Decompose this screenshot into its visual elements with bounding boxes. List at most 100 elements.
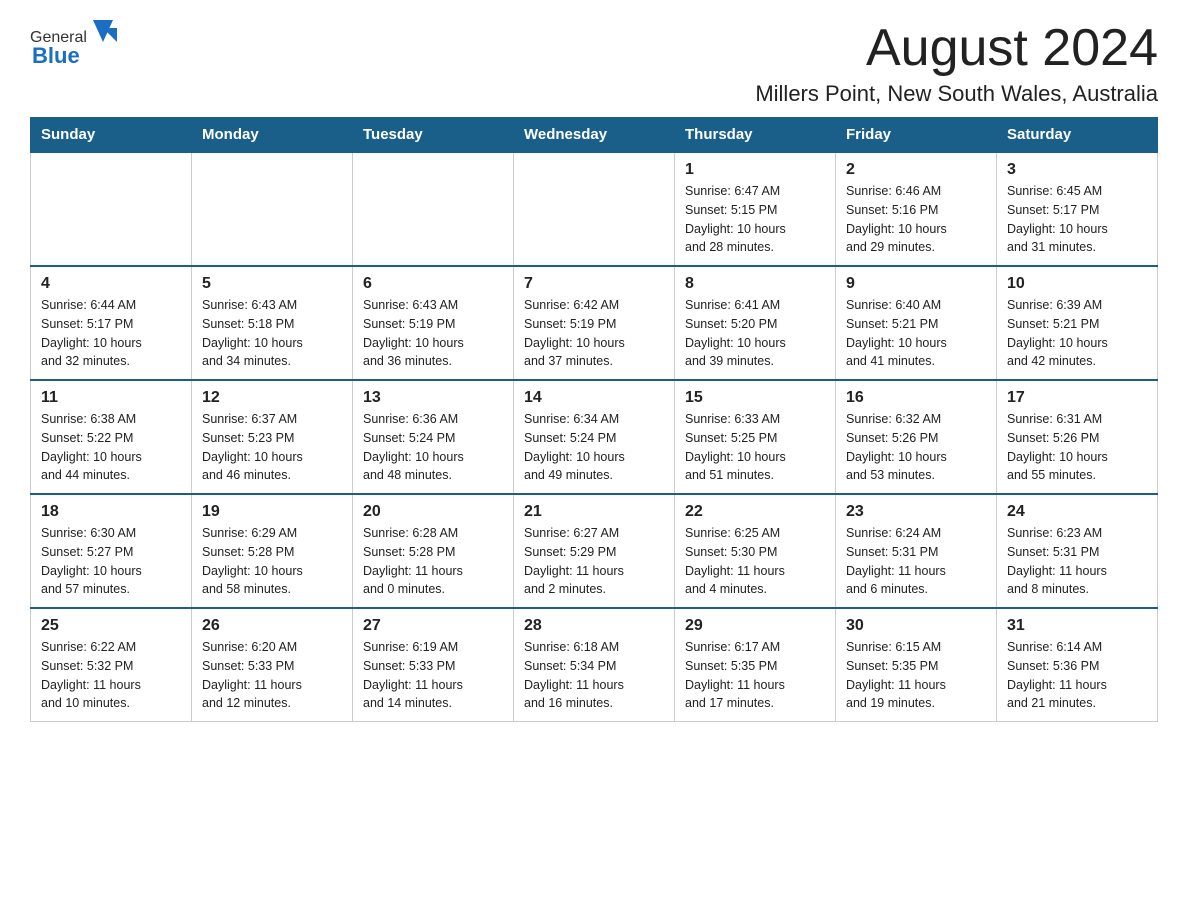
calendar-day-header: Thursday xyxy=(675,118,836,153)
title-area: August 2024 Millers Point, New South Wal… xyxy=(755,20,1158,107)
day-number: 14 xyxy=(524,389,664,407)
calendar-cell: 1 Sunrise: 6:47 AMSunset: 5:15 PMDaylight… xyxy=(675,152,836,266)
page-header: General Blue August 2024 Millers Point, … xyxy=(30,20,1158,107)
day-number: 7 xyxy=(524,275,664,293)
day-info: Sunrise: 6:38 AMSunset: 5:22 PMDaylight:… xyxy=(41,410,181,485)
calendar-cell: 8 Sunrise: 6:41 AMSunset: 5:20 PMDaylight… xyxy=(675,266,836,380)
day-info: Sunrise: 6:27 AMSunset: 5:29 PMDaylight:… xyxy=(524,524,664,599)
day-info: Sunrise: 6:47 AMSunset: 5:15 PMDaylight:… xyxy=(685,182,825,257)
calendar-cell: 14 Sunrise: 6:34 AMSunset: 5:24 PMDayligh… xyxy=(514,380,675,494)
day-number: 29 xyxy=(685,617,825,635)
day-number: 15 xyxy=(685,389,825,407)
calendar-week-row: 1 Sunrise: 6:47 AMSunset: 5:15 PMDaylight… xyxy=(31,152,1158,266)
calendar-cell: 5 Sunrise: 6:43 AMSunset: 5:18 PMDaylight… xyxy=(192,266,353,380)
day-info: Sunrise: 6:19 AMSunset: 5:33 PMDaylight:… xyxy=(363,638,503,713)
calendar-day-header: Sunday xyxy=(31,118,192,153)
logo-blue-text: Blue xyxy=(32,43,80,68)
calendar-cell: 22Sunrise: 6:25 AMSunset: 5:30 PMDayligh… xyxy=(675,494,836,608)
calendar-table: SundayMondayTuesdayWednesdayThursdayFrid… xyxy=(30,117,1158,722)
calendar-header-row: SundayMondayTuesdayWednesdayThursdayFrid… xyxy=(31,118,1158,153)
day-number: 17 xyxy=(1007,389,1147,407)
day-info: Sunrise: 6:46 AMSunset: 5:16 PMDaylight:… xyxy=(846,182,986,257)
day-number: 4 xyxy=(41,275,181,293)
calendar-week-row: 4 Sunrise: 6:44 AMSunset: 5:17 PMDaylight… xyxy=(31,266,1158,380)
calendar-cell: 4 Sunrise: 6:44 AMSunset: 5:17 PMDaylight… xyxy=(31,266,192,380)
day-info: Sunrise: 6:15 AMSunset: 5:35 PMDaylight:… xyxy=(846,638,986,713)
day-info: Sunrise: 6:44 AMSunset: 5:17 PMDaylight:… xyxy=(41,296,181,371)
day-number: 9 xyxy=(846,275,986,293)
calendar-cell: 11Sunrise: 6:38 AMSunset: 5:22 PMDayligh… xyxy=(31,380,192,494)
calendar-cell: 7 Sunrise: 6:42 AMSunset: 5:19 PMDaylight… xyxy=(514,266,675,380)
calendar-day-header: Tuesday xyxy=(353,118,514,153)
day-number: 2 xyxy=(846,161,986,179)
calendar-day-header: Wednesday xyxy=(514,118,675,153)
calendar-cell: 26Sunrise: 6:20 AMSunset: 5:33 PMDayligh… xyxy=(192,608,353,722)
day-number: 23 xyxy=(846,503,986,521)
day-number: 13 xyxy=(363,389,503,407)
calendar-cell xyxy=(353,152,514,266)
day-number: 20 xyxy=(363,503,503,521)
calendar-cell xyxy=(31,152,192,266)
calendar-cell: 2 Sunrise: 6:46 AMSunset: 5:16 PMDaylight… xyxy=(836,152,997,266)
calendar-cell: 6 Sunrise: 6:43 AMSunset: 5:19 PMDaylight… xyxy=(353,266,514,380)
day-number: 16 xyxy=(846,389,986,407)
logo: General Blue xyxy=(30,20,117,69)
day-number: 12 xyxy=(202,389,342,407)
day-number: 24 xyxy=(1007,503,1147,521)
day-number: 5 xyxy=(202,275,342,293)
day-info: Sunrise: 6:20 AMSunset: 5:33 PMDaylight:… xyxy=(202,638,342,713)
calendar-week-row: 11Sunrise: 6:38 AMSunset: 5:22 PMDayligh… xyxy=(31,380,1158,494)
calendar-cell xyxy=(514,152,675,266)
day-info: Sunrise: 6:43 AMSunset: 5:19 PMDaylight:… xyxy=(363,296,503,371)
day-info: Sunrise: 6:14 AMSunset: 5:36 PMDaylight:… xyxy=(1007,638,1147,713)
day-number: 28 xyxy=(524,617,664,635)
day-info: Sunrise: 6:39 AMSunset: 5:21 PMDaylight:… xyxy=(1007,296,1147,371)
day-number: 25 xyxy=(41,617,181,635)
calendar-day-header: Friday xyxy=(836,118,997,153)
logo-triangle-icon xyxy=(89,20,117,42)
day-info: Sunrise: 6:36 AMSunset: 5:24 PMDaylight:… xyxy=(363,410,503,485)
day-number: 30 xyxy=(846,617,986,635)
day-info: Sunrise: 6:23 AMSunset: 5:31 PMDaylight:… xyxy=(1007,524,1147,599)
calendar-cell: 18 Sunrise: 6:30 AMSunset: 5:27 PMDayligh… xyxy=(31,494,192,608)
calendar-cell: 30 Sunrise: 6:15 AMSunset: 5:35 PMDayligh… xyxy=(836,608,997,722)
day-info: Sunrise: 6:22 AMSunset: 5:32 PMDaylight:… xyxy=(41,638,181,713)
calendar-cell: 17 Sunrise: 6:31 AMSunset: 5:26 PMDayligh… xyxy=(997,380,1158,494)
day-number: 19 xyxy=(202,503,342,521)
day-info: Sunrise: 6:17 AMSunset: 5:35 PMDaylight:… xyxy=(685,638,825,713)
calendar-cell: 28 Sunrise: 6:18 AMSunset: 5:34 PMDayligh… xyxy=(514,608,675,722)
calendar-cell: 9Sunrise: 6:40 AMSunset: 5:21 PMDaylight… xyxy=(836,266,997,380)
calendar-day-header: Saturday xyxy=(997,118,1158,153)
calendar-cell: 27 Sunrise: 6:19 AMSunset: 5:33 PMDayligh… xyxy=(353,608,514,722)
day-info: Sunrise: 6:25 AMSunset: 5:30 PMDaylight:… xyxy=(685,524,825,599)
day-info: Sunrise: 6:30 AMSunset: 5:27 PMDaylight:… xyxy=(41,524,181,599)
calendar-cell: 25 Sunrise: 6:22 AMSunset: 5:32 PMDayligh… xyxy=(31,608,192,722)
calendar-cell: 10 Sunrise: 6:39 AMSunset: 5:21 PMDayligh… xyxy=(997,266,1158,380)
calendar-cell xyxy=(192,152,353,266)
day-number: 18 xyxy=(41,503,181,521)
day-number: 8 xyxy=(685,275,825,293)
calendar-cell: 15Sunrise: 6:33 AMSunset: 5:25 PMDayligh… xyxy=(675,380,836,494)
calendar-week-row: 25 Sunrise: 6:22 AMSunset: 5:32 PMDayligh… xyxy=(31,608,1158,722)
day-info: Sunrise: 6:45 AMSunset: 5:17 PMDaylight:… xyxy=(1007,182,1147,257)
day-number: 1 xyxy=(685,161,825,179)
day-number: 10 xyxy=(1007,275,1147,293)
day-info: Sunrise: 6:43 AMSunset: 5:18 PMDaylight:… xyxy=(202,296,342,371)
day-number: 3 xyxy=(1007,161,1147,179)
day-info: Sunrise: 6:29 AMSunset: 5:28 PMDaylight:… xyxy=(202,524,342,599)
calendar-cell: 3 Sunrise: 6:45 AMSunset: 5:17 PMDaylight… xyxy=(997,152,1158,266)
day-number: 6 xyxy=(363,275,503,293)
day-info: Sunrise: 6:18 AMSunset: 5:34 PMDaylight:… xyxy=(524,638,664,713)
day-info: Sunrise: 6:34 AMSunset: 5:24 PMDaylight:… xyxy=(524,410,664,485)
day-info: Sunrise: 6:37 AMSunset: 5:23 PMDaylight:… xyxy=(202,410,342,485)
day-number: 21 xyxy=(524,503,664,521)
calendar-cell: 16Sunrise: 6:32 AMSunset: 5:26 PMDayligh… xyxy=(836,380,997,494)
day-info: Sunrise: 6:42 AMSunset: 5:19 PMDaylight:… xyxy=(524,296,664,371)
calendar-cell: 23 Sunrise: 6:24 AMSunset: 5:31 PMDayligh… xyxy=(836,494,997,608)
day-info: Sunrise: 6:31 AMSunset: 5:26 PMDaylight:… xyxy=(1007,410,1147,485)
day-number: 27 xyxy=(363,617,503,635)
calendar-cell: 13 Sunrise: 6:36 AMSunset: 5:24 PMDayligh… xyxy=(353,380,514,494)
day-info: Sunrise: 6:24 AMSunset: 5:31 PMDaylight:… xyxy=(846,524,986,599)
calendar-week-row: 18 Sunrise: 6:30 AMSunset: 5:27 PMDayligh… xyxy=(31,494,1158,608)
day-info: Sunrise: 6:41 AMSunset: 5:20 PMDaylight:… xyxy=(685,296,825,371)
